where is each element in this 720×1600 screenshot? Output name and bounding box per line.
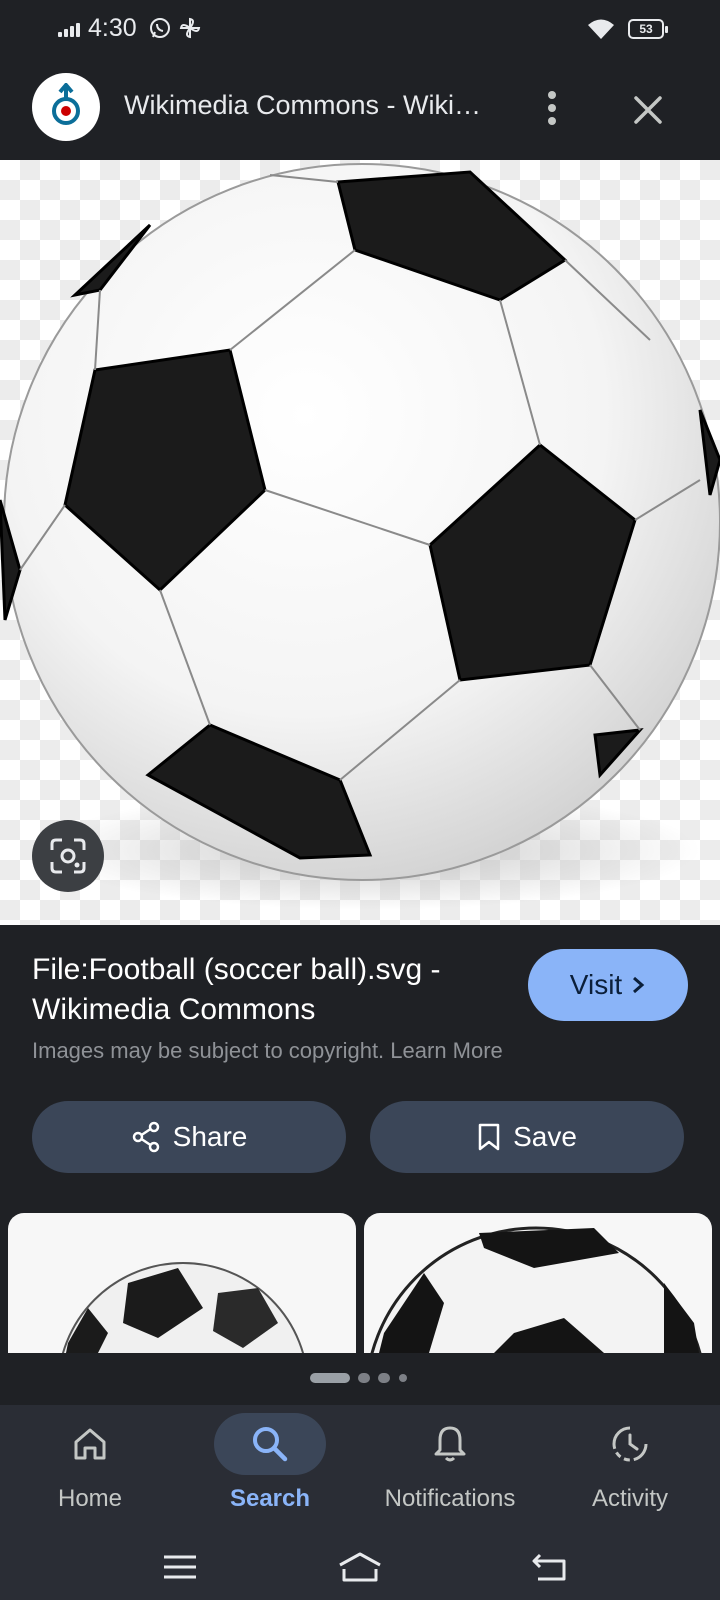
nav-activity[interactable]: Activity — [540, 1405, 720, 1535]
page-title[interactable]: Wikimedia Commons - Wikimedia Commons — [124, 90, 484, 121]
page-dot — [378, 1373, 390, 1383]
home-outline-icon — [339, 1552, 381, 1582]
page-dot-active — [310, 1373, 350, 1383]
system-navigation-bar — [0, 1535, 720, 1600]
close-icon — [634, 96, 662, 124]
save-label: Save — [513, 1121, 577, 1152]
copyright-notice[interactable]: Images may be subject to copyright. Lear… — [32, 1038, 503, 1064]
visit-label: Visit — [569, 969, 623, 1000]
save-button[interactable]: Save — [370, 1101, 684, 1173]
more-options-button[interactable] — [530, 86, 574, 130]
visit-button[interactable]: Visit — [528, 949, 688, 1021]
status-time: 4:30 — [88, 14, 137, 42]
activity-icon — [612, 1426, 648, 1462]
back-icon — [532, 1553, 566, 1581]
share-label: Share — [172, 1121, 248, 1152]
close-button[interactable] — [624, 86, 672, 134]
status-bar: 4:30 53 — [0, 0, 720, 58]
google-lens-button[interactable] — [32, 820, 104, 892]
whatsapp-icon — [150, 18, 170, 38]
menu-icon — [164, 1555, 196, 1579]
nav-search-label: Search — [229, 1485, 311, 1512]
wifi-icon — [588, 19, 614, 39]
page-dot — [358, 1373, 370, 1383]
chevron-right-icon — [633, 976, 645, 994]
site-logo[interactable] — [32, 73, 100, 141]
nav-search[interactable]: Search — [180, 1405, 360, 1535]
battery-icon: 53 — [628, 19, 668, 39]
search-icon — [253, 1427, 288, 1462]
wikimedia-commons-logo — [52, 83, 80, 125]
lens-icon — [50, 838, 86, 874]
result-image[interactable] — [0, 160, 720, 925]
bell-icon — [434, 1426, 466, 1462]
nav-notifications-label: Notifications — [384, 1485, 516, 1512]
nav-notifications[interactable]: Notifications — [360, 1405, 540, 1535]
bottom-navigation: Home Search Notifications Activity — [0, 1405, 720, 1535]
page-dot — [399, 1374, 407, 1382]
back-button[interactable] — [520, 1545, 580, 1589]
result-title[interactable]: File:Football (soccer ball).svg - Wikime… — [32, 950, 502, 1030]
share-icon — [132, 1121, 159, 1153]
signal-icon — [58, 23, 82, 37]
soccer-ball-thumbnail — [61, 1262, 305, 1353]
pinwheel-icon — [179, 17, 201, 39]
related-image-1[interactable] — [8, 1213, 356, 1353]
related-image-2[interactable] — [364, 1213, 712, 1353]
share-button[interactable]: Share — [32, 1101, 346, 1173]
home-system-button[interactable] — [330, 1545, 390, 1589]
soccer-ball-image — [0, 163, 720, 910]
recent-apps-button[interactable] — [150, 1545, 210, 1589]
home-icon — [74, 1428, 106, 1460]
soccer-ball-thumbnail — [370, 1226, 702, 1353]
nav-home[interactable]: Home — [0, 1405, 180, 1535]
more-vert-icon — [548, 91, 556, 125]
bookmark-icon — [478, 1123, 500, 1151]
nav-activity-label: Activity — [591, 1485, 668, 1512]
header: Wikimedia Commons - Wikimedia Commons — [0, 58, 720, 160]
nav-home-label: Home — [57, 1485, 123, 1512]
